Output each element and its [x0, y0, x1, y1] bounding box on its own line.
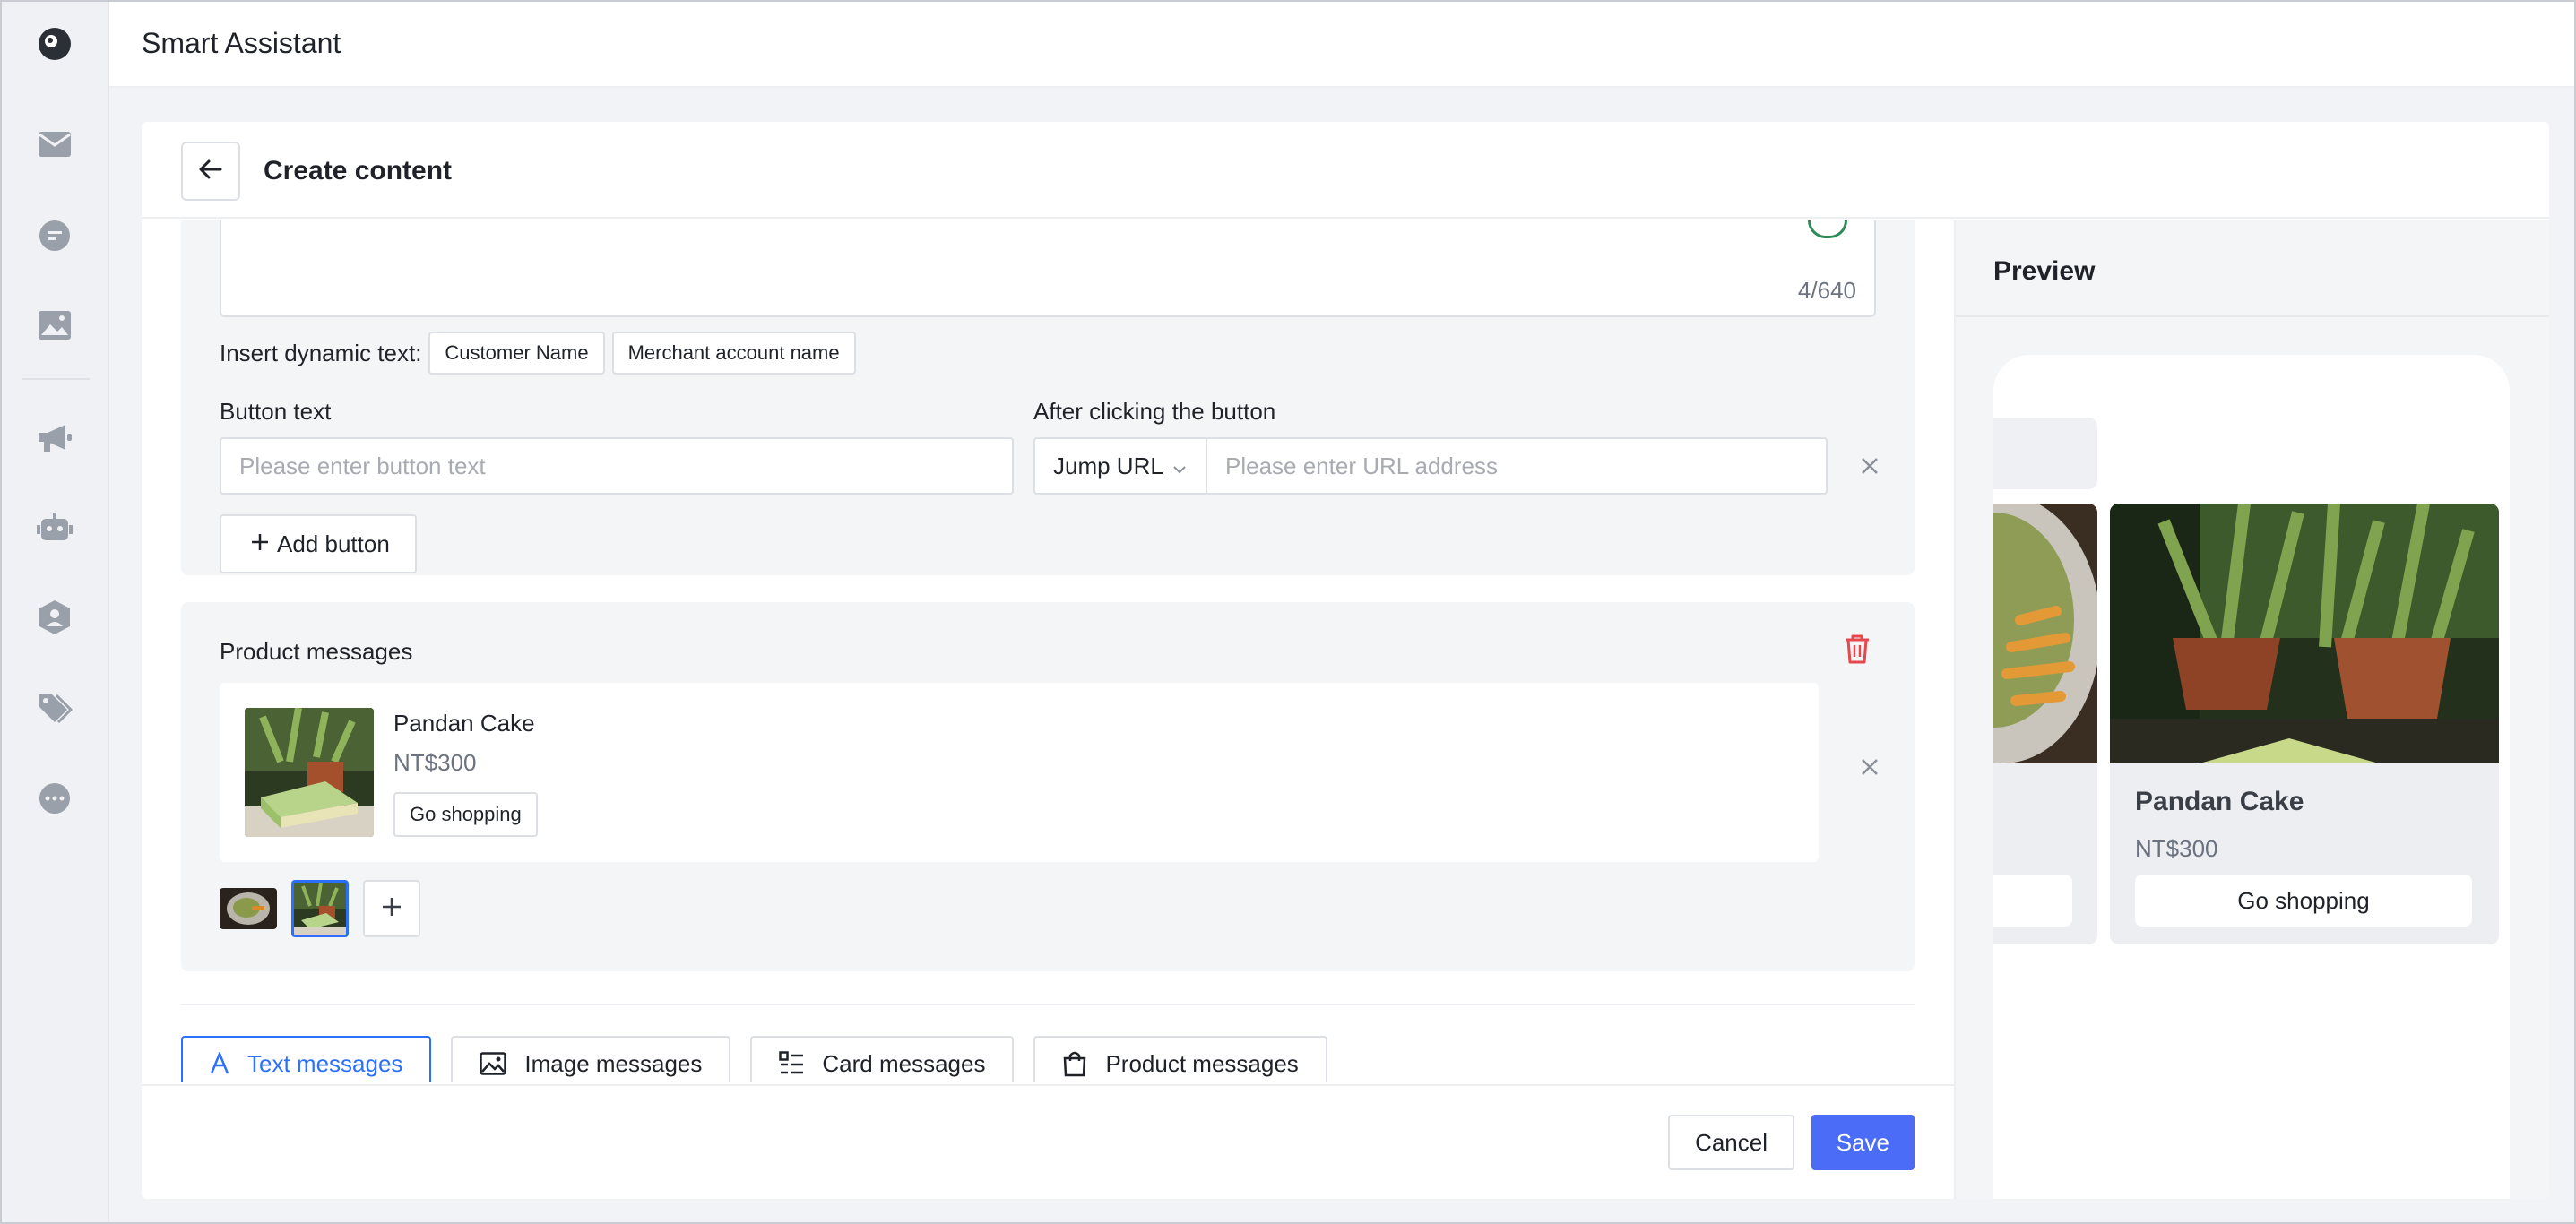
button-text-label: Button text — [220, 398, 332, 425]
editor-panel: 4/640 Insert dynamic text: Customer Name… — [142, 220, 1954, 1082]
footer-actions: Cancel Save — [142, 1084, 1954, 1199]
app-window: Smart Assistant Create content 4/640 Ins… — [0, 0, 2576, 1224]
thumbnail-salad[interactable] — [220, 888, 277, 929]
tab-label: Card messages — [822, 1049, 986, 1077]
tab-product-messages[interactable]: Product messages — [1033, 1036, 1327, 1082]
emoji-icon[interactable] — [1808, 220, 1847, 238]
list-icon — [779, 1051, 804, 1076]
chevron-down-icon — [1172, 453, 1187, 480]
product-thumbnails — [220, 880, 435, 937]
trash-icon[interactable] — [1839, 631, 1875, 667]
preview-card-previous — [1993, 504, 2097, 944]
thumbnail-pandan-cake[interactable] — [291, 880, 349, 937]
url-placeholder: Please enter URL address — [1225, 452, 1498, 479]
message-textarea[interactable]: 4/640 — [220, 220, 1876, 317]
app-title: Smart Assistant — [142, 27, 341, 59]
page-title: Create content — [264, 156, 453, 185]
preview-title: Preview — [1993, 256, 2096, 286]
preview-product-price: NT$300 — [2135, 835, 2218, 862]
cancel-button[interactable]: Cancel — [1668, 1115, 1794, 1170]
card-header: Create content — [142, 122, 2549, 219]
go-shopping-button[interactable]: Go shopping — [393, 792, 538, 837]
tab-label: Text messages — [247, 1049, 403, 1077]
logo-icon[interactable] — [36, 25, 73, 63]
tab-card-messages[interactable]: Card messages — [750, 1036, 1015, 1082]
preview-panel: Preview Pandan Cake NT$300 Go shopping — [1954, 220, 2549, 1199]
text-icon — [210, 1052, 229, 1075]
save-button[interactable]: Save — [1811, 1115, 1915, 1170]
megaphone-icon[interactable] — [36, 419, 73, 457]
bag-icon — [1062, 1050, 1087, 1077]
mail-icon[interactable] — [36, 125, 73, 163]
create-content-card: Create content 4/640 Insert dynamic text… — [142, 122, 2549, 1199]
preview-text-bubble — [1993, 418, 2097, 489]
back-button[interactable] — [181, 142, 240, 201]
dynamic-text-label: Insert dynamic text: — [220, 339, 422, 366]
product-section-title: Product messages — [220, 638, 413, 665]
tab-label: Product messages — [1105, 1049, 1299, 1077]
remove-product-icon[interactable] — [1852, 749, 1888, 785]
top-bar: Smart Assistant — [109, 2, 2574, 88]
rail-divider — [22, 378, 90, 380]
tab-label: Image messages — [524, 1049, 703, 1077]
tab-text-messages[interactable]: Text messages — [181, 1036, 432, 1082]
add-product-button[interactable] — [363, 880, 420, 937]
user-settings-icon[interactable] — [36, 599, 73, 636]
add-button-label: Add button — [277, 530, 390, 557]
url-input[interactable]: Please enter URL address — [1206, 437, 1828, 495]
more-icon[interactable] — [36, 780, 73, 817]
sidebar-rail — [2, 2, 109, 1222]
add-button[interactable]: Add button — [220, 514, 417, 573]
chip-merchant-account-name[interactable]: Merchant account name — [611, 332, 856, 375]
product-price: NT$300 — [393, 749, 477, 776]
section-divider — [181, 1004, 1915, 1005]
preview-go-shopping-button[interactable]: Go shopping — [2135, 875, 2472, 927]
preview-product-name: Pandan Cake — [2135, 787, 2304, 816]
button-text-placeholder: Please enter button text — [239, 452, 486, 479]
chat-icon[interactable] — [36, 217, 73, 254]
preview-product-card: Pandan Cake NT$300 Go shopping — [2110, 504, 2499, 944]
image-icon — [480, 1052, 507, 1075]
robot-icon[interactable] — [36, 509, 73, 547]
tag-icon[interactable] — [36, 690, 73, 728]
preview-prev-button[interactable] — [1993, 875, 2072, 927]
preview-header: Preview — [1956, 220, 2549, 317]
arrow-left-icon — [199, 159, 222, 184]
chip-customer-name[interactable]: Customer Name — [428, 332, 605, 375]
product-item: Pandan Cake NT$300 Go shopping — [220, 683, 1819, 862]
message-type-tabs: Text messages Image messages Card messag… — [181, 1036, 1347, 1082]
preview-product-image — [2110, 504, 2499, 763]
tab-image-messages[interactable]: Image messages — [451, 1036, 731, 1082]
character-counter: 4/640 — [1797, 277, 1856, 304]
action-select[interactable]: Jump URL — [1033, 437, 1207, 495]
dynamic-text-row: Insert dynamic text: Customer Name Merch… — [220, 332, 863, 375]
product-image — [245, 708, 374, 837]
product-message-section: Product messages Pandan Cake NT$300 Go s… — [181, 602, 1915, 971]
after-click-label: After clicking the button — [1033, 398, 1276, 425]
action-select-value: Jump URL — [1053, 452, 1163, 479]
plus-icon — [381, 896, 402, 922]
text-message-section: 4/640 Insert dynamic text: Customer Name… — [181, 220, 1915, 575]
product-name: Pandan Cake — [393, 710, 535, 737]
image-icon[interactable] — [36, 306, 73, 344]
phone-preview: Pandan Cake NT$300 Go shopping — [1993, 355, 2510, 1199]
plus-icon — [250, 530, 270, 558]
button-text-input[interactable]: Please enter button text — [220, 437, 1014, 495]
remove-button-row-icon[interactable] — [1852, 448, 1888, 484]
